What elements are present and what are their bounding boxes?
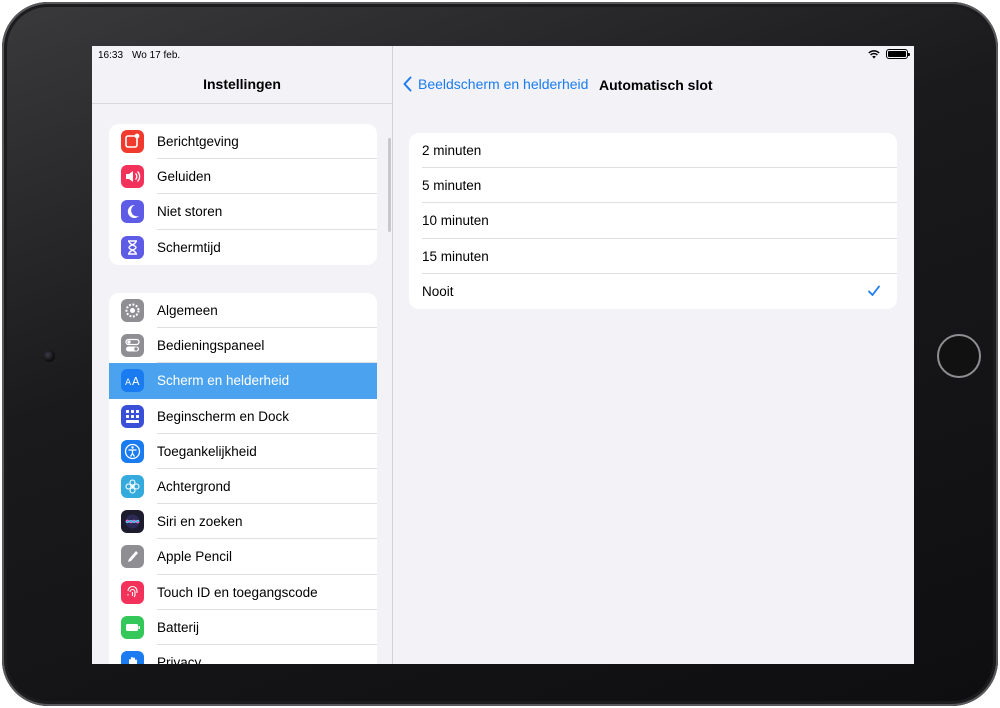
flower-icon [121,474,144,498]
option-nooit[interactable]: Nooit [409,274,897,309]
sidebar-item-label: Achtergrond [157,479,231,495]
sidebar-item-achtergrond[interactable]: Achtergrond [109,469,377,505]
sidebar-item-label: Algemeen [157,303,218,319]
option-label: 10 minuten [422,213,489,229]
accessibility-icon [121,439,144,463]
siri-icon [121,510,144,534]
sidebar-item-label: Beginscherm en Dock [157,408,290,424]
sidebar-item-label: Batterij [157,619,200,635]
hand-icon [121,650,144,664]
option-label: 15 minuten [422,248,489,264]
sidebar-item-label: Schermtijd [157,239,221,255]
battery-icon [121,615,144,639]
sidebar-item-label: Berichtgeving [157,134,239,150]
option-2-minuten[interactable]: 2 minuten [409,133,897,169]
sidebar-item-touch-id-en-toegangscode[interactable]: Touch ID en toegangscode [109,575,377,610]
sidebar-item-siri-en-zoeken[interactable]: Siri en zoeken [109,504,377,540]
moon-icon [121,200,144,224]
checkmark-icon [868,285,880,296]
toggles-icon [121,334,144,358]
autolock-options: 2 minuten 5 minuten 10 minuten 15 minuten No… [409,133,897,309]
back-button-label: Beeldscherm en helderheid [418,76,589,92]
option-15-minuten[interactable]: 15 minuten [409,239,897,274]
sidebar-item-schermtijd[interactable]: Schermtijd [109,230,377,265]
sidebar-item-label: Privacy [157,654,202,664]
settings-group-general: Algemeen Bedieningspaneel A A Scherm en held… [109,293,377,664]
status-icons [868,49,910,59]
page-title: Automatisch slot [599,77,713,93]
status-time: 16:33 [98,50,124,61]
sidebar-item-label: Niet storen [157,204,223,220]
sidebar-item-label: Touch ID en toegangscode [157,584,318,600]
sidebar-item-apple-pencil[interactable]: Apple Pencil [109,539,377,575]
sounds-icon [121,165,144,189]
status-date: Wo 17 feb. [132,50,181,61]
sidebar-item-label: Bedieningspaneel [157,338,265,354]
sidebar-item-label: Geluiden [157,169,212,185]
sidebar-item-toegankelijkheid[interactable]: Toegankelijkheid [109,434,377,469]
home-grid-icon [121,404,144,428]
pencil-icon [121,545,144,569]
sidebar-item-berichtgeving[interactable]: Berichtgeving [109,124,377,160]
option-label: 2 minuten [422,143,482,158]
sidebar-header: 16:33 Wo 17 feb. Instellingen [92,46,392,104]
notifications-icon [121,130,144,153]
sidebar-item-scherm-en-helderheid[interactable]: A A Scherm en helderheid [109,363,377,399]
sidebar-item-niet-storen[interactable]: Niet storen [109,194,377,230]
svg-text:A: A [125,378,132,388]
hourglass-icon [121,235,144,259]
svg-text:A: A [132,375,140,388]
wifi-icon [868,50,880,59]
option-label: Nooit [422,283,454,299]
home-button[interactable] [937,334,981,378]
sidebar-item-label: Toegankelijkheid [157,443,257,459]
sidebar-item-algemeen[interactable]: Algemeen [109,293,377,329]
sidebar-item-bedieningspaneel[interactable]: Bedieningspaneel [109,328,377,364]
gear-icon [121,299,144,322]
option-10-minuten[interactable]: 10 minuten [409,203,897,239]
sidebar-item-privacy[interactable]: Privacy [109,645,377,664]
sidebar-item-label: Apple Pencil [157,549,233,565]
text-size-icon: AA [121,369,144,393]
sidebar-title: Instellingen [203,76,281,92]
ipad-frame: 16:33 Wo 17 feb. Instellingen Berichtgev… [2,2,998,706]
sidebar-item-beginscherm-en-dock[interactable]: Beginscherm en Dock [109,399,377,434]
settings-sidebar: 16:33 Wo 17 feb. Instellingen Berichtgev… [92,46,393,664]
fingerprint-icon [121,580,144,604]
option-5-minuten[interactable]: 5 minuten [409,168,897,204]
sidebar-item-label: Scherm en helderheid [157,373,290,389]
scrollbar[interactable] [388,138,391,232]
sidebar-item-batterij[interactable]: Batterij [109,610,377,645]
option-label: 5 minuten [422,178,482,194]
detail-pane: Beeldscherm en helderheid Automatisch sl… [393,46,914,664]
settings-group-notifications: Berichtgeving Geluiden Niet storen Schermti… [109,124,377,265]
camera-icon [43,350,55,362]
sidebar-item-geluiden[interactable]: Geluiden [109,159,377,195]
chevron-left-icon [403,76,412,92]
sidebar-item-label: Siri en zoeken [157,514,243,530]
back-button[interactable]: Beeldscherm en helderheid [403,76,588,92]
battery-status-icon [886,49,910,59]
screen: 16:33 Wo 17 feb. Instellingen Berichtgev… [92,46,914,664]
